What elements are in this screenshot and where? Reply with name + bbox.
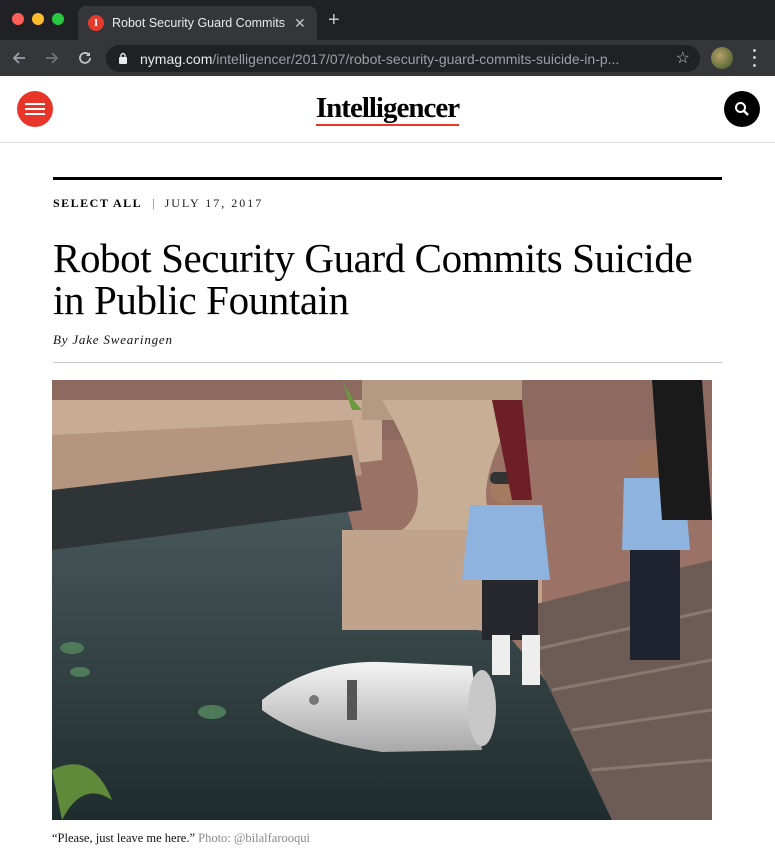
publish-date: JULY 17, 2017	[164, 196, 264, 210]
profile-avatar[interactable]	[711, 47, 733, 69]
bookmark-star-icon[interactable]: ☆	[676, 48, 690, 68]
search-icon[interactable]	[724, 91, 760, 127]
site-header: Intelligencer	[0, 76, 775, 143]
browser-toolbar: nymag.com/intelligencer/2017/07/robot-se…	[0, 40, 775, 76]
address-bar[interactable]: nymag.com/intelligencer/2017/07/robot-se…	[106, 45, 700, 72]
header-divider	[53, 362, 722, 363]
article-header: SELECT ALL | JULY 17, 2017 Robot Securit…	[53, 177, 722, 363]
url-host: nymag.com	[140, 51, 213, 67]
window-zoom-button[interactable]	[52, 13, 64, 25]
tab-title: Robot Security Guard Commits Suicide in …	[112, 16, 288, 30]
url-text: nymag.com/intelligencer/2017/07/robot-se…	[140, 51, 670, 67]
caption-text: “Please, just leave me here.”	[52, 831, 195, 845]
tab-close-icon[interactable]: ✕	[294, 16, 306, 30]
section-link[interactable]: SELECT ALL	[53, 196, 142, 211]
back-arrow-icon[interactable]	[9, 48, 29, 68]
article-lead-photo	[52, 380, 712, 820]
byline[interactable]: By Jake Swearingen	[53, 332, 722, 348]
window-minimize-button[interactable]	[32, 13, 44, 25]
browser-tab-bar: I Robot Security Guard Commits Suicide i…	[0, 0, 775, 40]
window-close-button[interactable]	[12, 13, 24, 25]
rubric: SELECT ALL | JULY 17, 2017	[53, 196, 722, 211]
forward-arrow-icon[interactable]	[42, 48, 62, 68]
reload-icon[interactable]	[75, 48, 95, 68]
lock-icon	[119, 52, 127, 64]
top-rule	[53, 177, 722, 180]
browser-menu-icon[interactable]	[750, 47, 758, 69]
url-path: /intelligencer/2017/07/robot-security-gu…	[212, 51, 620, 67]
browser-tab[interactable]: I Robot Security Guard Commits Suicide i…	[78, 6, 317, 40]
photo-credit: Photo: @bilalfarooqui	[198, 831, 310, 845]
new-tab-plus-icon[interactable]: +	[328, 10, 340, 30]
photo-caption: “Please, just leave me here.” Photo: @bi…	[52, 831, 310, 846]
article-headline: Robot Security Guard Commits Suicide in …	[53, 235, 693, 323]
rubric-separator: |	[152, 196, 155, 210]
site-favicon-icon: I	[88, 15, 104, 31]
site-logo[interactable]: Intelligencer	[0, 92, 775, 126]
